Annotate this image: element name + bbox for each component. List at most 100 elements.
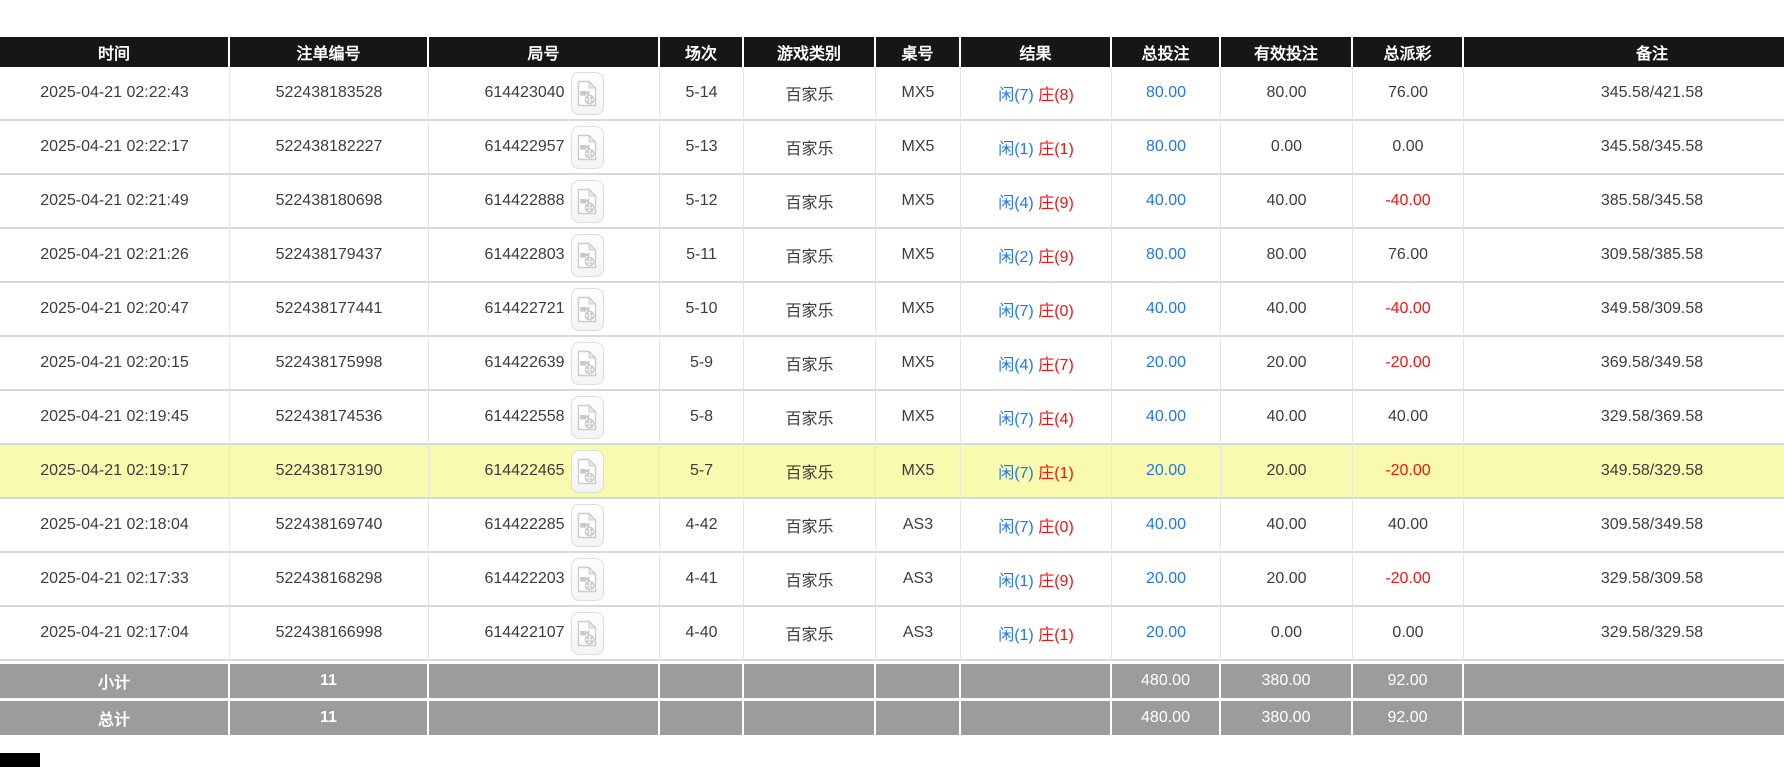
cell-round-id: 614422203 bbox=[429, 553, 660, 607]
cell-table-no: MX5 bbox=[876, 283, 961, 337]
result-banker: 庄(9) bbox=[1038, 249, 1074, 266]
video-playback-button[interactable] bbox=[570, 179, 604, 223]
video-file-icon bbox=[577, 241, 597, 268]
column-header-round_id: 局号 bbox=[429, 37, 660, 67]
cell-time: 2025-04-21 02:22:17 bbox=[0, 121, 230, 175]
video-playback-button[interactable] bbox=[570, 71, 604, 115]
subtotal-row-empty bbox=[429, 661, 660, 698]
result-banker: 庄(4) bbox=[1038, 411, 1074, 428]
table-row-highlighted[interactable]: 2025-04-21 02:19:17 522438173190 614422465… bbox=[0, 445, 1784, 499]
grandtotal-row-valid-bet: 380.00 bbox=[1221, 698, 1353, 735]
table-row[interactable]: 2025-04-21 02:20:47 522438177441 614422721… bbox=[0, 283, 1784, 337]
video-file-icon bbox=[577, 187, 597, 214]
cell-result: 闲(4) 庄(7) bbox=[961, 337, 1112, 391]
table-row[interactable]: 2025-04-21 02:21:49 522438180698 614422888… bbox=[0, 175, 1784, 229]
cell-total-payout: 0.00 bbox=[1353, 121, 1464, 175]
betting-records-page: 时间 注单编号 局号 场次 游戏类别 桌号 结果 总投注 有效投注 总派彩 备注 2025-04-2… bbox=[0, 0, 1784, 767]
cell-total-bet: 40.00 bbox=[1112, 499, 1221, 553]
table-row[interactable]: 2025-04-21 02:21:26 522438179437 614422803… bbox=[0, 229, 1784, 283]
column-header-bet_id: 注单编号 bbox=[230, 37, 429, 67]
table-row[interactable]: 2025-04-21 02:18:04 522438169740 614422285… bbox=[0, 499, 1784, 553]
result-banker: 庄(8) bbox=[1038, 87, 1074, 104]
cell-valid-bet: 20.00 bbox=[1221, 553, 1353, 607]
video-file-icon bbox=[577, 349, 597, 376]
subtotal-row-total-payout: 92.00 bbox=[1353, 661, 1464, 698]
cell-total-bet: 40.00 bbox=[1112, 391, 1221, 445]
cell-time: 2025-04-21 02:20:47 bbox=[0, 283, 230, 337]
round-id-text: 614422721 bbox=[484, 300, 565, 317]
video-playback-button[interactable] bbox=[570, 557, 604, 601]
video-playback-button[interactable] bbox=[570, 125, 604, 169]
cell-table-no: MX5 bbox=[876, 175, 961, 229]
subtotal-row-count: 11 bbox=[230, 661, 429, 698]
table-row[interactable]: 2025-04-21 02:22:43 522438183528 614423040… bbox=[0, 67, 1784, 121]
grandtotal-row-empty bbox=[1464, 698, 1784, 735]
cell-table-no: MX5 bbox=[876, 445, 961, 499]
round-id-text: 614423040 bbox=[484, 84, 565, 101]
column-header-game_type: 游戏类别 bbox=[744, 37, 876, 67]
cell-total-bet: 20.00 bbox=[1112, 553, 1221, 607]
table-row[interactable]: 2025-04-21 02:17:33 522438168298 614422203… bbox=[0, 553, 1784, 607]
video-playback-button[interactable] bbox=[570, 287, 604, 331]
round-id-group: 614422465 bbox=[429, 449, 659, 493]
round-id-text: 614422465 bbox=[484, 462, 565, 479]
video-playback-button[interactable] bbox=[570, 233, 604, 277]
grandtotal-row: 总计 11 480.00 380.00 92.00 bbox=[0, 698, 1784, 735]
cell-table-no: MX5 bbox=[876, 67, 961, 121]
grandtotal-row-total-payout: 92.00 bbox=[1353, 698, 1464, 735]
cell-time: 2025-04-21 02:18:04 bbox=[0, 499, 230, 553]
cell-valid-bet: 40.00 bbox=[1221, 175, 1353, 229]
cell-remark: 309.58/349.58 bbox=[1464, 499, 1784, 553]
cell-remark: 345.58/345.58 bbox=[1464, 121, 1784, 175]
cell-result: 闲(7) 庄(8) bbox=[961, 67, 1112, 121]
cell-valid-bet: 40.00 bbox=[1221, 391, 1353, 445]
cell-table-no: MX5 bbox=[876, 337, 961, 391]
betting-records-table: 时间 注单编号 局号 场次 游戏类别 桌号 结果 总投注 有效投注 总派彩 备注 2025-04-2… bbox=[0, 37, 1784, 735]
cell-total-payout: -20.00 bbox=[1353, 337, 1464, 391]
table-row[interactable]: 2025-04-21 02:20:15 522438175998 614422639… bbox=[0, 337, 1784, 391]
video-playback-button[interactable] bbox=[570, 611, 604, 655]
column-header-time: 时间 bbox=[0, 37, 230, 67]
cell-total-bet: 20.00 bbox=[1112, 337, 1221, 391]
subtotal-row-empty bbox=[1464, 661, 1784, 698]
cell-session: 5-9 bbox=[660, 337, 744, 391]
cell-valid-bet: 0.00 bbox=[1221, 121, 1353, 175]
cell-total-payout: 76.00 bbox=[1353, 229, 1464, 283]
grandtotal-row-total-bet: 480.00 bbox=[1112, 698, 1221, 735]
result-banker: 庄(9) bbox=[1038, 195, 1074, 212]
subtotal-row-total-bet: 480.00 bbox=[1112, 661, 1221, 698]
cell-session: 5-12 bbox=[660, 175, 744, 229]
table-row[interactable]: 2025-04-21 02:17:04 522438166998 614422107… bbox=[0, 607, 1784, 661]
cell-time: 2025-04-21 02:22:43 bbox=[0, 67, 230, 121]
round-id-group: 614422803 bbox=[429, 233, 659, 277]
subtotal-row-empty bbox=[961, 661, 1112, 698]
cell-total-bet: 80.00 bbox=[1112, 121, 1221, 175]
table-row[interactable]: 2025-04-21 02:19:45 522438174536 614422558… bbox=[0, 391, 1784, 445]
cell-time: 2025-04-21 02:20:15 bbox=[0, 337, 230, 391]
cell-total-payout: 0.00 bbox=[1353, 607, 1464, 661]
cell-result: 闲(1) 庄(1) bbox=[961, 607, 1112, 661]
video-playback-button[interactable] bbox=[570, 449, 604, 493]
cell-result: 闲(1) 庄(9) bbox=[961, 553, 1112, 607]
cell-remark: 329.58/329.58 bbox=[1464, 607, 1784, 661]
grandtotal-row-empty bbox=[876, 698, 961, 735]
table-row[interactable]: 2025-04-21 02:22:17 522438182227 614422957… bbox=[0, 121, 1784, 175]
video-playback-button[interactable] bbox=[570, 341, 604, 385]
result-player: 闲(1) bbox=[998, 627, 1034, 644]
cell-valid-bet: 20.00 bbox=[1221, 337, 1353, 391]
video-playback-button[interactable] bbox=[570, 395, 604, 439]
cell-result: 闲(2) 庄(9) bbox=[961, 229, 1112, 283]
cell-game-type: 百家乐 bbox=[744, 445, 876, 499]
subtotal-row-empty bbox=[744, 661, 876, 698]
grandtotal-row-empty bbox=[961, 698, 1112, 735]
video-file-icon bbox=[577, 511, 597, 538]
cell-result: 闲(7) 庄(0) bbox=[961, 499, 1112, 553]
cell-valid-bet: 80.00 bbox=[1221, 229, 1353, 283]
result-banker: 庄(1) bbox=[1038, 465, 1074, 482]
cell-result: 闲(7) 庄(4) bbox=[961, 391, 1112, 445]
round-id-group: 614422285 bbox=[429, 503, 659, 547]
grandtotal-row-count: 11 bbox=[230, 698, 429, 735]
column-header-table_no: 桌号 bbox=[876, 37, 961, 67]
video-playback-button[interactable] bbox=[570, 503, 604, 547]
round-id-group: 614423040 bbox=[429, 71, 659, 115]
